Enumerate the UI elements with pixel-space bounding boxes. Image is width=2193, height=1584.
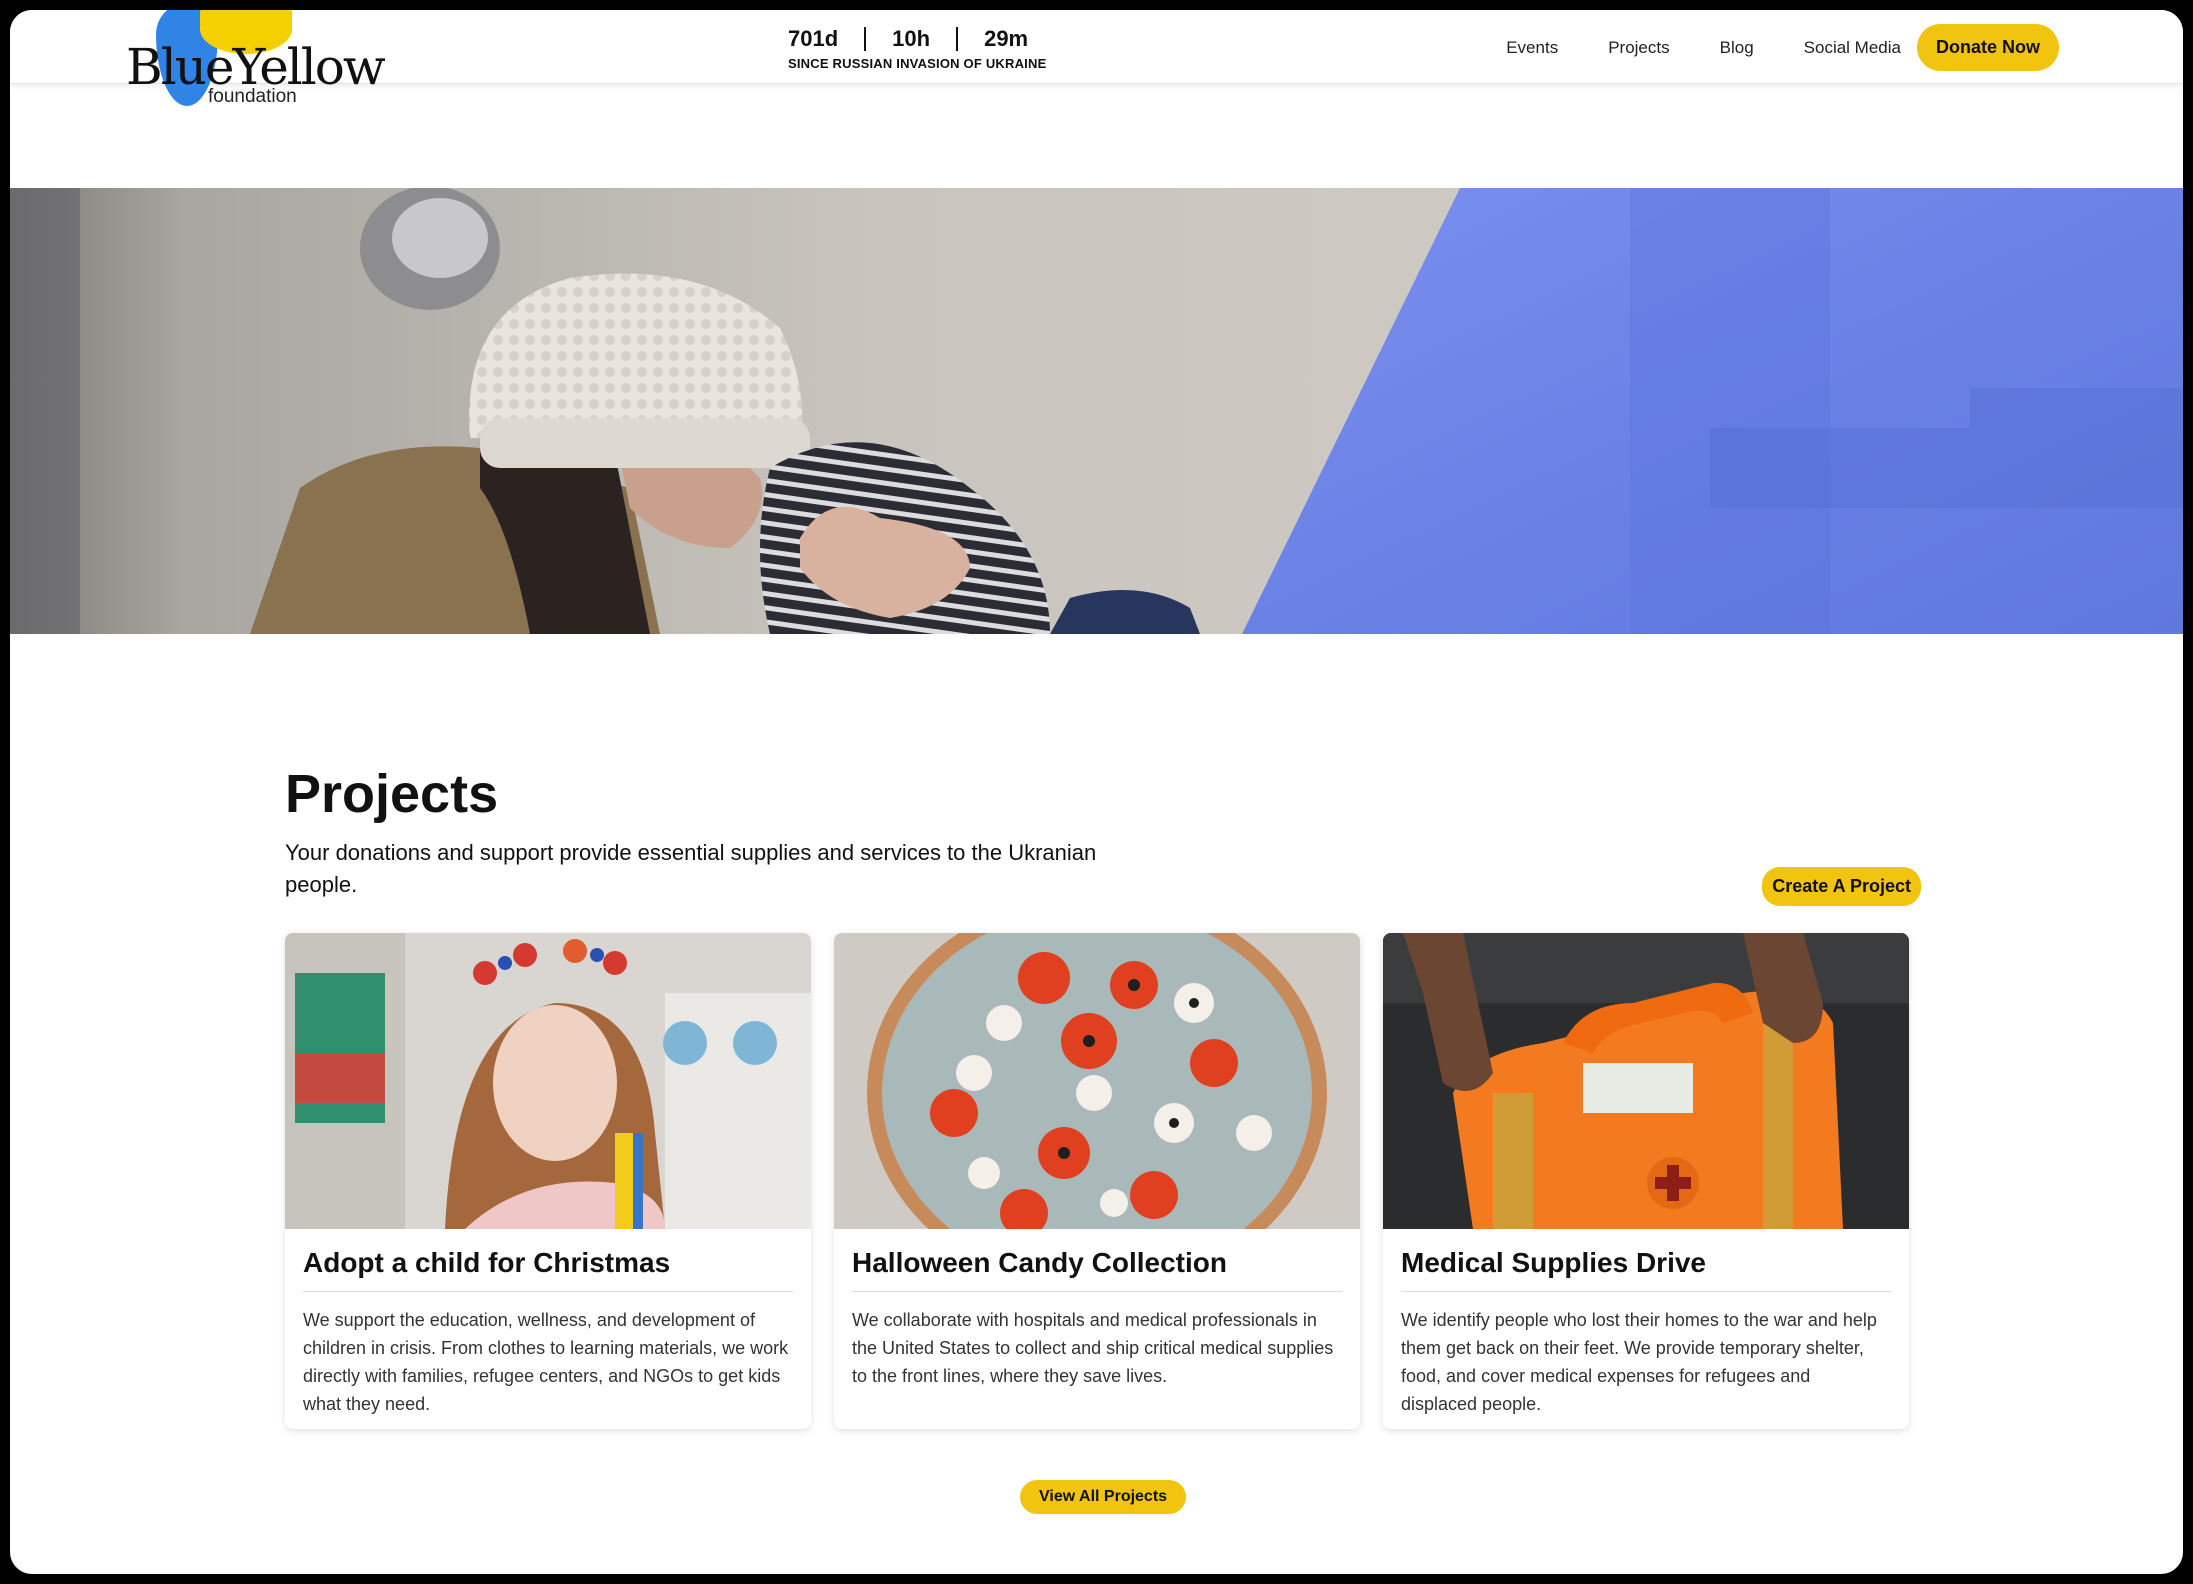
site-logo[interactable]: BlueYellow foundation xyxy=(120,10,386,112)
view-all-projects-button[interactable]: View All Projects xyxy=(1020,1480,1187,1514)
project-image-child xyxy=(285,933,811,1229)
project-description: We identify people who lost their homes … xyxy=(1401,1310,1877,1414)
nav-link-social-media[interactable]: Social Media xyxy=(1804,38,1901,58)
projects-section-header: Projects Your donations and support prov… xyxy=(285,763,1921,906)
nav-link-events[interactable]: Events xyxy=(1506,38,1558,58)
project-description: We support the education, wellness, and … xyxy=(303,1310,789,1414)
browser-page: BlueYellow foundation 701d 10h 29m SINCE… xyxy=(10,10,2183,1574)
site-header: BlueYellow foundation 701d 10h 29m SINCE… xyxy=(10,10,2183,107)
hero-banner xyxy=(10,188,2183,634)
create-project-button[interactable]: Create A Project xyxy=(1762,867,1921,906)
projects-title: Projects xyxy=(285,764,499,824)
project-title: Halloween Candy Collection xyxy=(852,1247,1342,1292)
counter-divider xyxy=(956,27,959,51)
project-image-medical-kit xyxy=(1383,933,1909,1229)
project-cards: Adopt a child for Christmas We support t… xyxy=(285,933,1911,1429)
war-counter: 701d 10h 29m SINCE RUSSIAN INVASION OF U… xyxy=(788,26,1068,71)
counter-divider xyxy=(864,27,867,51)
project-title: Adopt a child for Christmas xyxy=(303,1247,793,1292)
project-card-medical-supplies[interactable]: Medical Supplies Drive We identify peopl… xyxy=(1383,933,1909,1429)
counter-caption: SINCE RUSSIAN INVASION OF UKRAINE xyxy=(788,56,1047,71)
project-card-adopt-child[interactable]: Adopt a child for Christmas We support t… xyxy=(285,933,811,1429)
counter-days: 701d xyxy=(788,26,839,51)
nav-link-projects[interactable]: Projects xyxy=(1608,38,1669,58)
logo-subtitle: foundation xyxy=(208,86,297,107)
counter-minutes: 29m xyxy=(984,26,1029,51)
donate-now-button[interactable]: Donate Now xyxy=(1916,24,2059,71)
project-card-halloween-candy[interactable]: Halloween Candy Collection We collaborat… xyxy=(834,933,1360,1429)
projects-intro: Your donations and support provide essen… xyxy=(285,840,1097,897)
project-title: Medical Supplies Drive xyxy=(1401,1247,1891,1292)
hero-photo xyxy=(10,188,2183,634)
nav-link-blog[interactable]: Blog xyxy=(1720,38,1754,58)
project-image-candy xyxy=(834,933,1360,1229)
main-nav: Events Projects Blog Social Media Donate… xyxy=(1506,24,2059,71)
project-description: We collaborate with hospitals and medica… xyxy=(852,1310,1334,1386)
counter-hours: 10h xyxy=(892,26,931,51)
